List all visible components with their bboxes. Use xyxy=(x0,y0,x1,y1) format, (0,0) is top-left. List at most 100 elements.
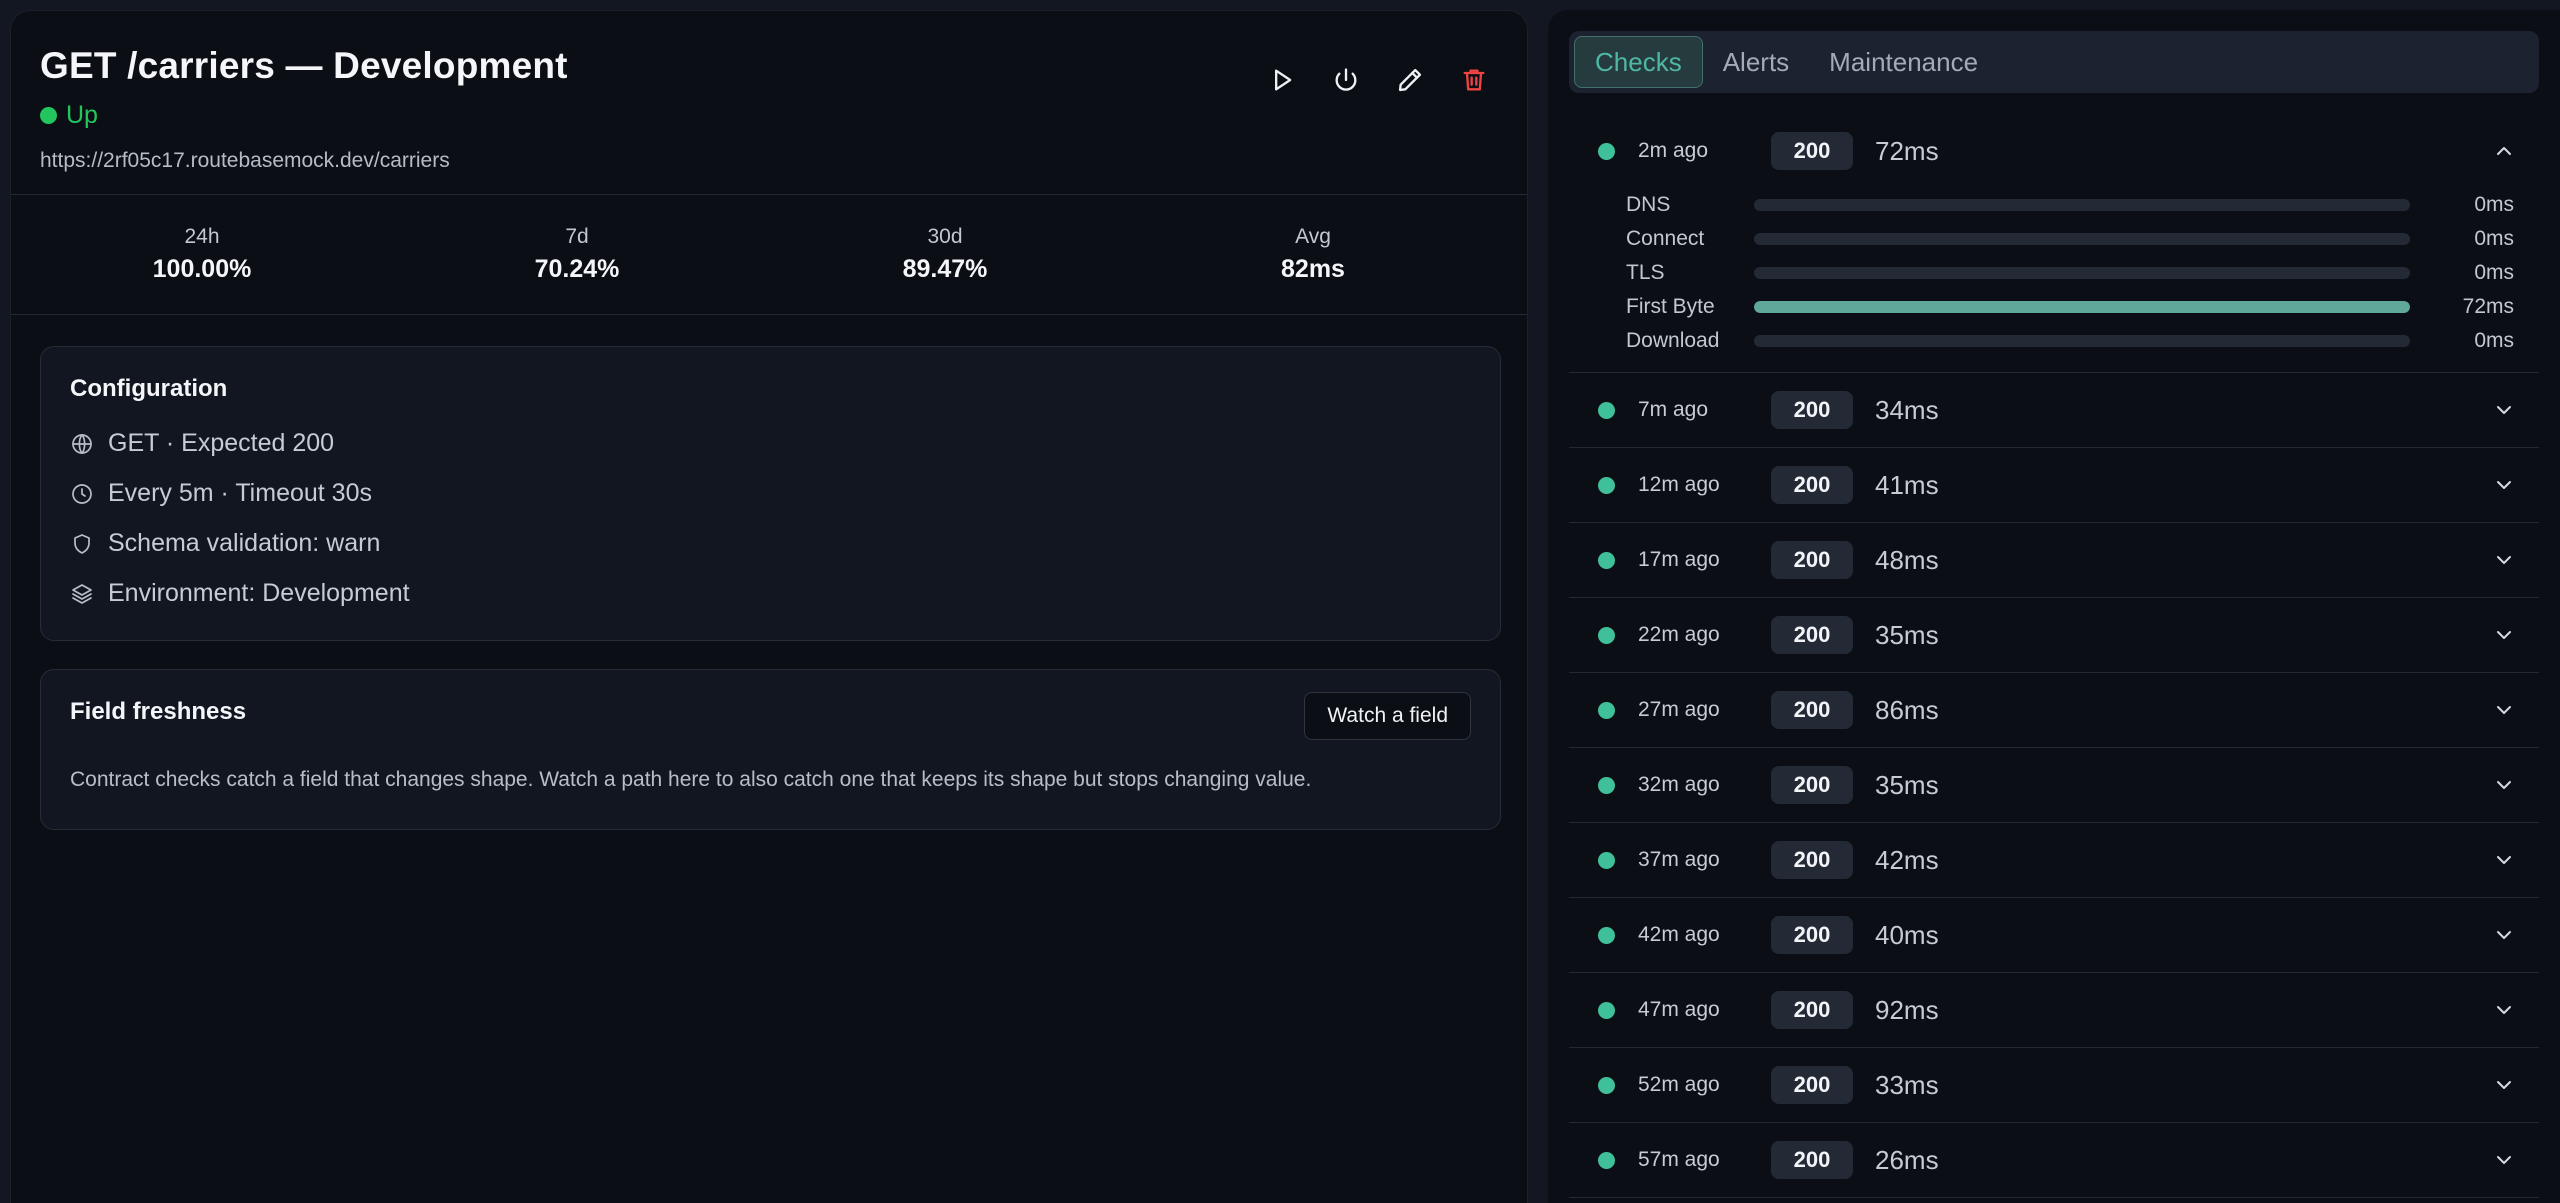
response-time: 86ms xyxy=(1875,694,1939,725)
chevron-down-icon[interactable] xyxy=(2492,548,2516,572)
delete-button[interactable] xyxy=(1453,59,1495,101)
response-time: 34ms xyxy=(1875,394,1939,425)
chevron-down-icon[interactable] xyxy=(2492,398,2516,422)
status-dot-icon xyxy=(1598,776,1615,794)
stat-avg: Avg 82ms xyxy=(1129,195,1497,314)
timing-bar xyxy=(1754,335,2410,347)
chevron-down-icon[interactable] xyxy=(2492,473,2516,497)
status-dot-icon xyxy=(1598,1151,1615,1169)
response-time: 35ms xyxy=(1875,769,1939,800)
chevron-up-icon[interactable] xyxy=(2492,139,2516,163)
status-code-badge: 200 xyxy=(1771,1141,1853,1179)
trash-icon xyxy=(1463,69,1485,91)
pause-button[interactable] xyxy=(1325,59,1367,101)
check-time: 27m ago xyxy=(1638,698,1720,721)
check-row-header[interactable]: 37m ago 200 42ms xyxy=(1569,823,2539,897)
check-time: 2m ago xyxy=(1638,139,1709,162)
pencil-icon xyxy=(1398,68,1422,92)
check-time: 47m ago xyxy=(1638,998,1720,1021)
chevron-down-icon[interactable] xyxy=(2492,623,2516,647)
timing-value: 72ms xyxy=(2462,295,2514,318)
status-dot-icon xyxy=(1598,701,1615,719)
status-dot-icon xyxy=(1598,476,1615,494)
layers-icon xyxy=(72,583,92,604)
check-row-header[interactable]: 47m ago 200 92ms xyxy=(1569,973,2539,1047)
tab-alerts[interactable]: Alerts xyxy=(1703,36,1809,88)
config-row-schema: Schema validation: warn xyxy=(70,529,380,558)
stat-value: 70.24% xyxy=(534,255,620,283)
stat-24h: 24h 100.00% xyxy=(11,195,393,314)
check-row: 57m ago 200 26ms xyxy=(1569,1123,2539,1198)
config-text: Every 5m · Timeout 30s xyxy=(108,479,372,507)
monitor-actions xyxy=(1261,59,1495,101)
run-now-button[interactable] xyxy=(1261,59,1303,101)
status-dot-icon xyxy=(1598,142,1615,160)
play-icon xyxy=(1275,69,1292,91)
timing-bar-fill xyxy=(1754,301,2410,313)
stat-30d: 30d 89.47% xyxy=(761,195,1129,314)
chevron-down-icon[interactable] xyxy=(2492,773,2516,797)
check-row-header[interactable]: 7m ago 200 34ms xyxy=(1569,373,2539,447)
configuration-title: Configuration xyxy=(70,375,228,402)
response-time: 40ms xyxy=(1875,919,1939,950)
chevron-down-icon[interactable] xyxy=(2492,698,2516,722)
response-time: 48ms xyxy=(1875,544,1939,575)
status-code-badge: 200 xyxy=(1771,916,1853,954)
power-icon xyxy=(1335,68,1357,91)
check-row-header[interactable]: 17m ago 200 48ms xyxy=(1569,523,2539,597)
check-time: 52m ago xyxy=(1638,1073,1720,1096)
status-dot-icon xyxy=(40,107,57,124)
stat-value: 100.00% xyxy=(152,255,252,283)
timing-row: First Byte 72ms xyxy=(1569,290,2539,324)
chevron-down-icon[interactable] xyxy=(2492,1148,2516,1172)
status-code-badge: 200 xyxy=(1771,766,1853,804)
status-code-badge: 200 xyxy=(1771,841,1853,879)
status-dot-icon xyxy=(1598,851,1615,869)
timing-label: DNS xyxy=(1626,193,1671,216)
stat-value: 82ms xyxy=(1281,255,1345,283)
watch-field-button[interactable]: Watch a field xyxy=(1304,692,1471,740)
tab-checks[interactable]: Checks xyxy=(1574,36,1703,88)
check-row-header[interactable]: 42m ago 200 40ms xyxy=(1569,898,2539,972)
timing-row: TLS 0ms xyxy=(1569,256,2539,290)
monitor-detail-panel: GET /carriers — Development Up https://2… xyxy=(10,10,1528,1203)
chevron-down-icon[interactable] xyxy=(2492,998,2516,1022)
check-row: 42m ago 200 40ms xyxy=(1569,898,2539,973)
status-dot-icon xyxy=(1598,551,1615,569)
response-time: 35ms xyxy=(1875,619,1939,650)
status-code-badge: 200 xyxy=(1771,541,1853,579)
response-time: 26ms xyxy=(1875,1144,1939,1175)
timing-value: 0ms xyxy=(2474,329,2514,352)
check-row-header[interactable]: 32m ago 200 35ms xyxy=(1569,748,2539,822)
check-time: 32m ago xyxy=(1638,773,1720,796)
tab-maintenance[interactable]: Maintenance xyxy=(1809,36,1998,88)
timing-value: 0ms xyxy=(2474,227,2514,250)
status-dot-icon xyxy=(1598,1076,1615,1094)
uptime-stats: 24h 100.00% 7d 70.24% 30d 89.47% Avg 82m… xyxy=(11,195,1527,315)
response-time: 33ms xyxy=(1875,1069,1939,1100)
chevron-down-icon[interactable] xyxy=(2492,923,2516,947)
check-row: 7m ago 200 34ms xyxy=(1569,373,2539,448)
status-indicator: Up xyxy=(40,101,98,130)
check-row: 27m ago 200 86ms xyxy=(1569,673,2539,748)
chevron-down-icon[interactable] xyxy=(2492,1073,2516,1097)
config-text: GET · Expected 200 xyxy=(108,429,335,457)
chevron-down-icon[interactable] xyxy=(2492,848,2516,872)
check-row-header[interactable]: 12m ago 200 41ms xyxy=(1569,448,2539,522)
globe-icon xyxy=(72,433,92,454)
edit-button[interactable] xyxy=(1389,59,1431,101)
timing-label: First Byte xyxy=(1626,295,1715,318)
check-row-header[interactable]: 22m ago 200 35ms xyxy=(1569,598,2539,672)
timing-value: 0ms xyxy=(2474,261,2514,284)
check-row-header[interactable]: 27m ago 200 86ms xyxy=(1569,673,2539,747)
check-row-header[interactable]: 2m ago 200 72ms xyxy=(1569,114,2539,188)
check-row-header[interactable]: 57m ago 200 26ms xyxy=(1569,1123,2539,1197)
check-row-header[interactable]: 52m ago 200 33ms xyxy=(1569,1048,2539,1122)
timing-bar xyxy=(1754,233,2410,245)
check-time: 37m ago xyxy=(1638,848,1720,871)
status-dot-icon xyxy=(1598,926,1615,944)
stat-label: 30d xyxy=(927,225,963,248)
status-code-badge: 200 xyxy=(1771,1066,1853,1104)
monitor-url: https://2rf05c17.routebasemock.dev/carri… xyxy=(40,149,450,172)
timing-bar xyxy=(1754,267,2410,279)
